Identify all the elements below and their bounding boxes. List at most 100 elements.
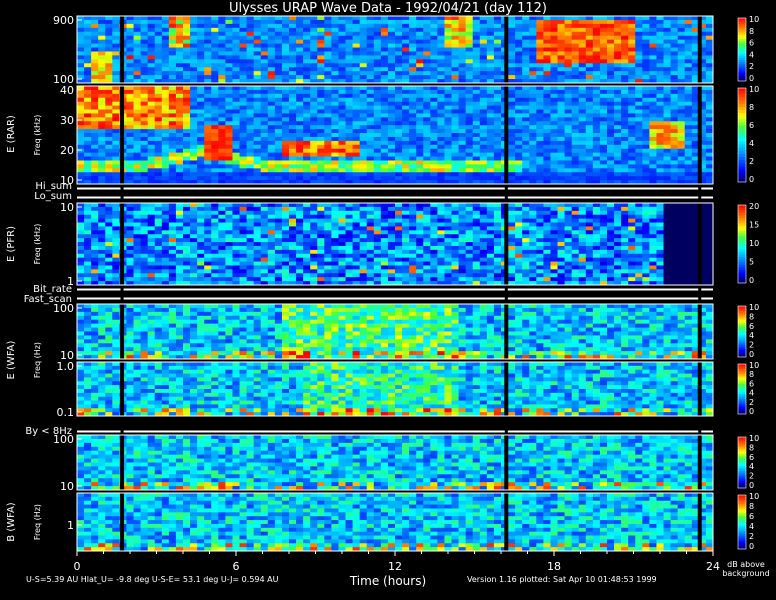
data-gap	[504, 86, 509, 184]
data-gap	[120, 304, 125, 359]
y-tick-label: 10	[60, 201, 74, 214]
colorbar-cell	[738, 131, 746, 136]
colorbar-cell	[738, 144, 746, 149]
colorbar-tick-label: 10	[749, 492, 759, 501]
colorbar-tick-label: 2	[749, 398, 754, 407]
colorbar-tick-label: 4	[749, 50, 754, 59]
data-gap	[504, 203, 509, 285]
data-gap	[697, 362, 702, 416]
colorbar-cell	[738, 106, 746, 111]
y-unit-label: Freq (kHz)	[33, 115, 42, 156]
data-gap	[697, 16, 702, 83]
orbit-info: U-S=5.39 AU Hlat_U= -9.8 deg U-S-E= 53.1…	[26, 575, 279, 584]
strip-gap	[698, 429, 702, 434]
colorbar-tick-label: 4	[749, 139, 754, 148]
colorbar-tick-label: 2	[749, 532, 754, 541]
colorbar-tick-label: 6	[749, 512, 754, 521]
strip-gap	[698, 186, 702, 191]
colorbar-tick-label: 0	[749, 350, 754, 359]
colorbar-tick-label: 4	[749, 331, 754, 340]
colorbar-cell	[738, 125, 746, 130]
colorbar-tick-label: 0	[749, 407, 754, 416]
colorbar-tick-label: 0	[749, 542, 754, 551]
colorbar-cell	[738, 172, 746, 177]
y-tick-label: 30	[60, 114, 74, 127]
y-tick-label: 40	[60, 84, 74, 97]
colorbar-cell	[738, 175, 746, 180]
colorbar-tick-label: 10	[749, 434, 759, 443]
colorbar-tick-label: 8	[749, 27, 754, 36]
strip-gap	[504, 429, 508, 434]
data-gap	[697, 435, 702, 490]
colorbar-tick-label: 10	[749, 361, 759, 370]
spectrogram-wfa-e-hi	[77, 304, 713, 359]
x-tick-label: 6	[233, 560, 240, 573]
data-gap	[697, 203, 702, 285]
spectrogram-rar-hi	[77, 16, 713, 83]
colorbar-tick-label: 2	[749, 157, 754, 166]
plot-canvas: 900100108642040302010Freq (kHz)108642010…	[6, 14, 759, 573]
spectrogram-wfa-b-lo	[77, 493, 713, 551]
strip-gap	[504, 195, 508, 200]
colorbar-tick-label: 4	[749, 462, 754, 471]
status-strip-fast-scan	[77, 297, 713, 300]
colorbar-cell	[738, 160, 746, 164]
colorbar-tick-label: 5	[749, 258, 754, 267]
colorbar-tick-label: 0	[749, 276, 754, 285]
colorbar-cell	[738, 166, 746, 170]
colorbar-cell	[738, 122, 746, 127]
data-gap	[120, 16, 125, 83]
data-gap	[504, 435, 509, 490]
group-label-wfa-b: B (WFA)	[6, 502, 17, 542]
x-tick-label: 12	[388, 560, 402, 573]
colorbar-cell	[738, 94, 746, 98]
colorbar-cell	[738, 138, 746, 142]
strip-gap	[120, 429, 124, 434]
colorbar-tick-label: 6	[749, 322, 754, 331]
colorbar-tick-label: 2	[749, 341, 754, 350]
group-unit-wfa-b: Freq (Hz)	[33, 504, 42, 540]
status-strip-hi-sum	[77, 187, 713, 190]
colorbar-tick-label: 10	[749, 15, 759, 24]
strip-label-lo-sum: Lo_sum	[34, 191, 72, 202]
strip-gap	[698, 195, 702, 200]
y-tick-label: 900	[53, 14, 74, 27]
colorbar-unit: dB above background	[722, 560, 770, 578]
data-gap	[504, 493, 509, 551]
colorbar-cell	[738, 141, 746, 145]
strip-gap	[698, 287, 702, 292]
colorbar-tick-label: 8	[749, 502, 754, 511]
colorbar-tick-label: 6	[749, 453, 754, 462]
status-strip-bit-rate	[77, 288, 713, 291]
strip-gap	[504, 287, 508, 292]
colorbar-cell	[738, 147, 746, 152]
colorbar-cell	[738, 128, 746, 133]
colorbar-tick-label: 0	[749, 74, 754, 83]
y-tick-label: 10	[60, 480, 74, 493]
colorbar-cell	[738, 113, 746, 117]
colorbar-tick-label: 2	[749, 472, 754, 481]
status-strip-lo-sum	[77, 196, 713, 199]
colorbar-tick-label: 0	[749, 175, 754, 184]
group-label-wfa-e: E (WFA)	[6, 340, 17, 379]
colorbar-cell	[738, 163, 746, 167]
colorbar-tick-label: 2	[749, 62, 754, 71]
group-label-rar: E (RAR)	[6, 115, 17, 153]
strip-gap	[504, 296, 508, 301]
colorbar-cell	[738, 88, 746, 92]
colorbar-cell	[738, 150, 746, 155]
strip-label-by-8hz: By < 8Hz	[25, 426, 72, 437]
y-tick-label: 1	[67, 519, 74, 532]
status-strip-by-8hz	[77, 430, 713, 433]
strip-gap	[120, 195, 124, 200]
colorbar-cell	[738, 97, 746, 102]
colorbar-cell	[738, 135, 746, 139]
y-tick-label: 20	[60, 144, 74, 157]
data-gap	[120, 203, 125, 285]
data-gap	[697, 493, 702, 551]
colorbar-tick-label: 8	[749, 370, 754, 379]
data-gap	[120, 435, 125, 490]
data-gap	[120, 362, 125, 416]
strip-gap	[120, 287, 124, 292]
strip-gap	[120, 296, 124, 301]
